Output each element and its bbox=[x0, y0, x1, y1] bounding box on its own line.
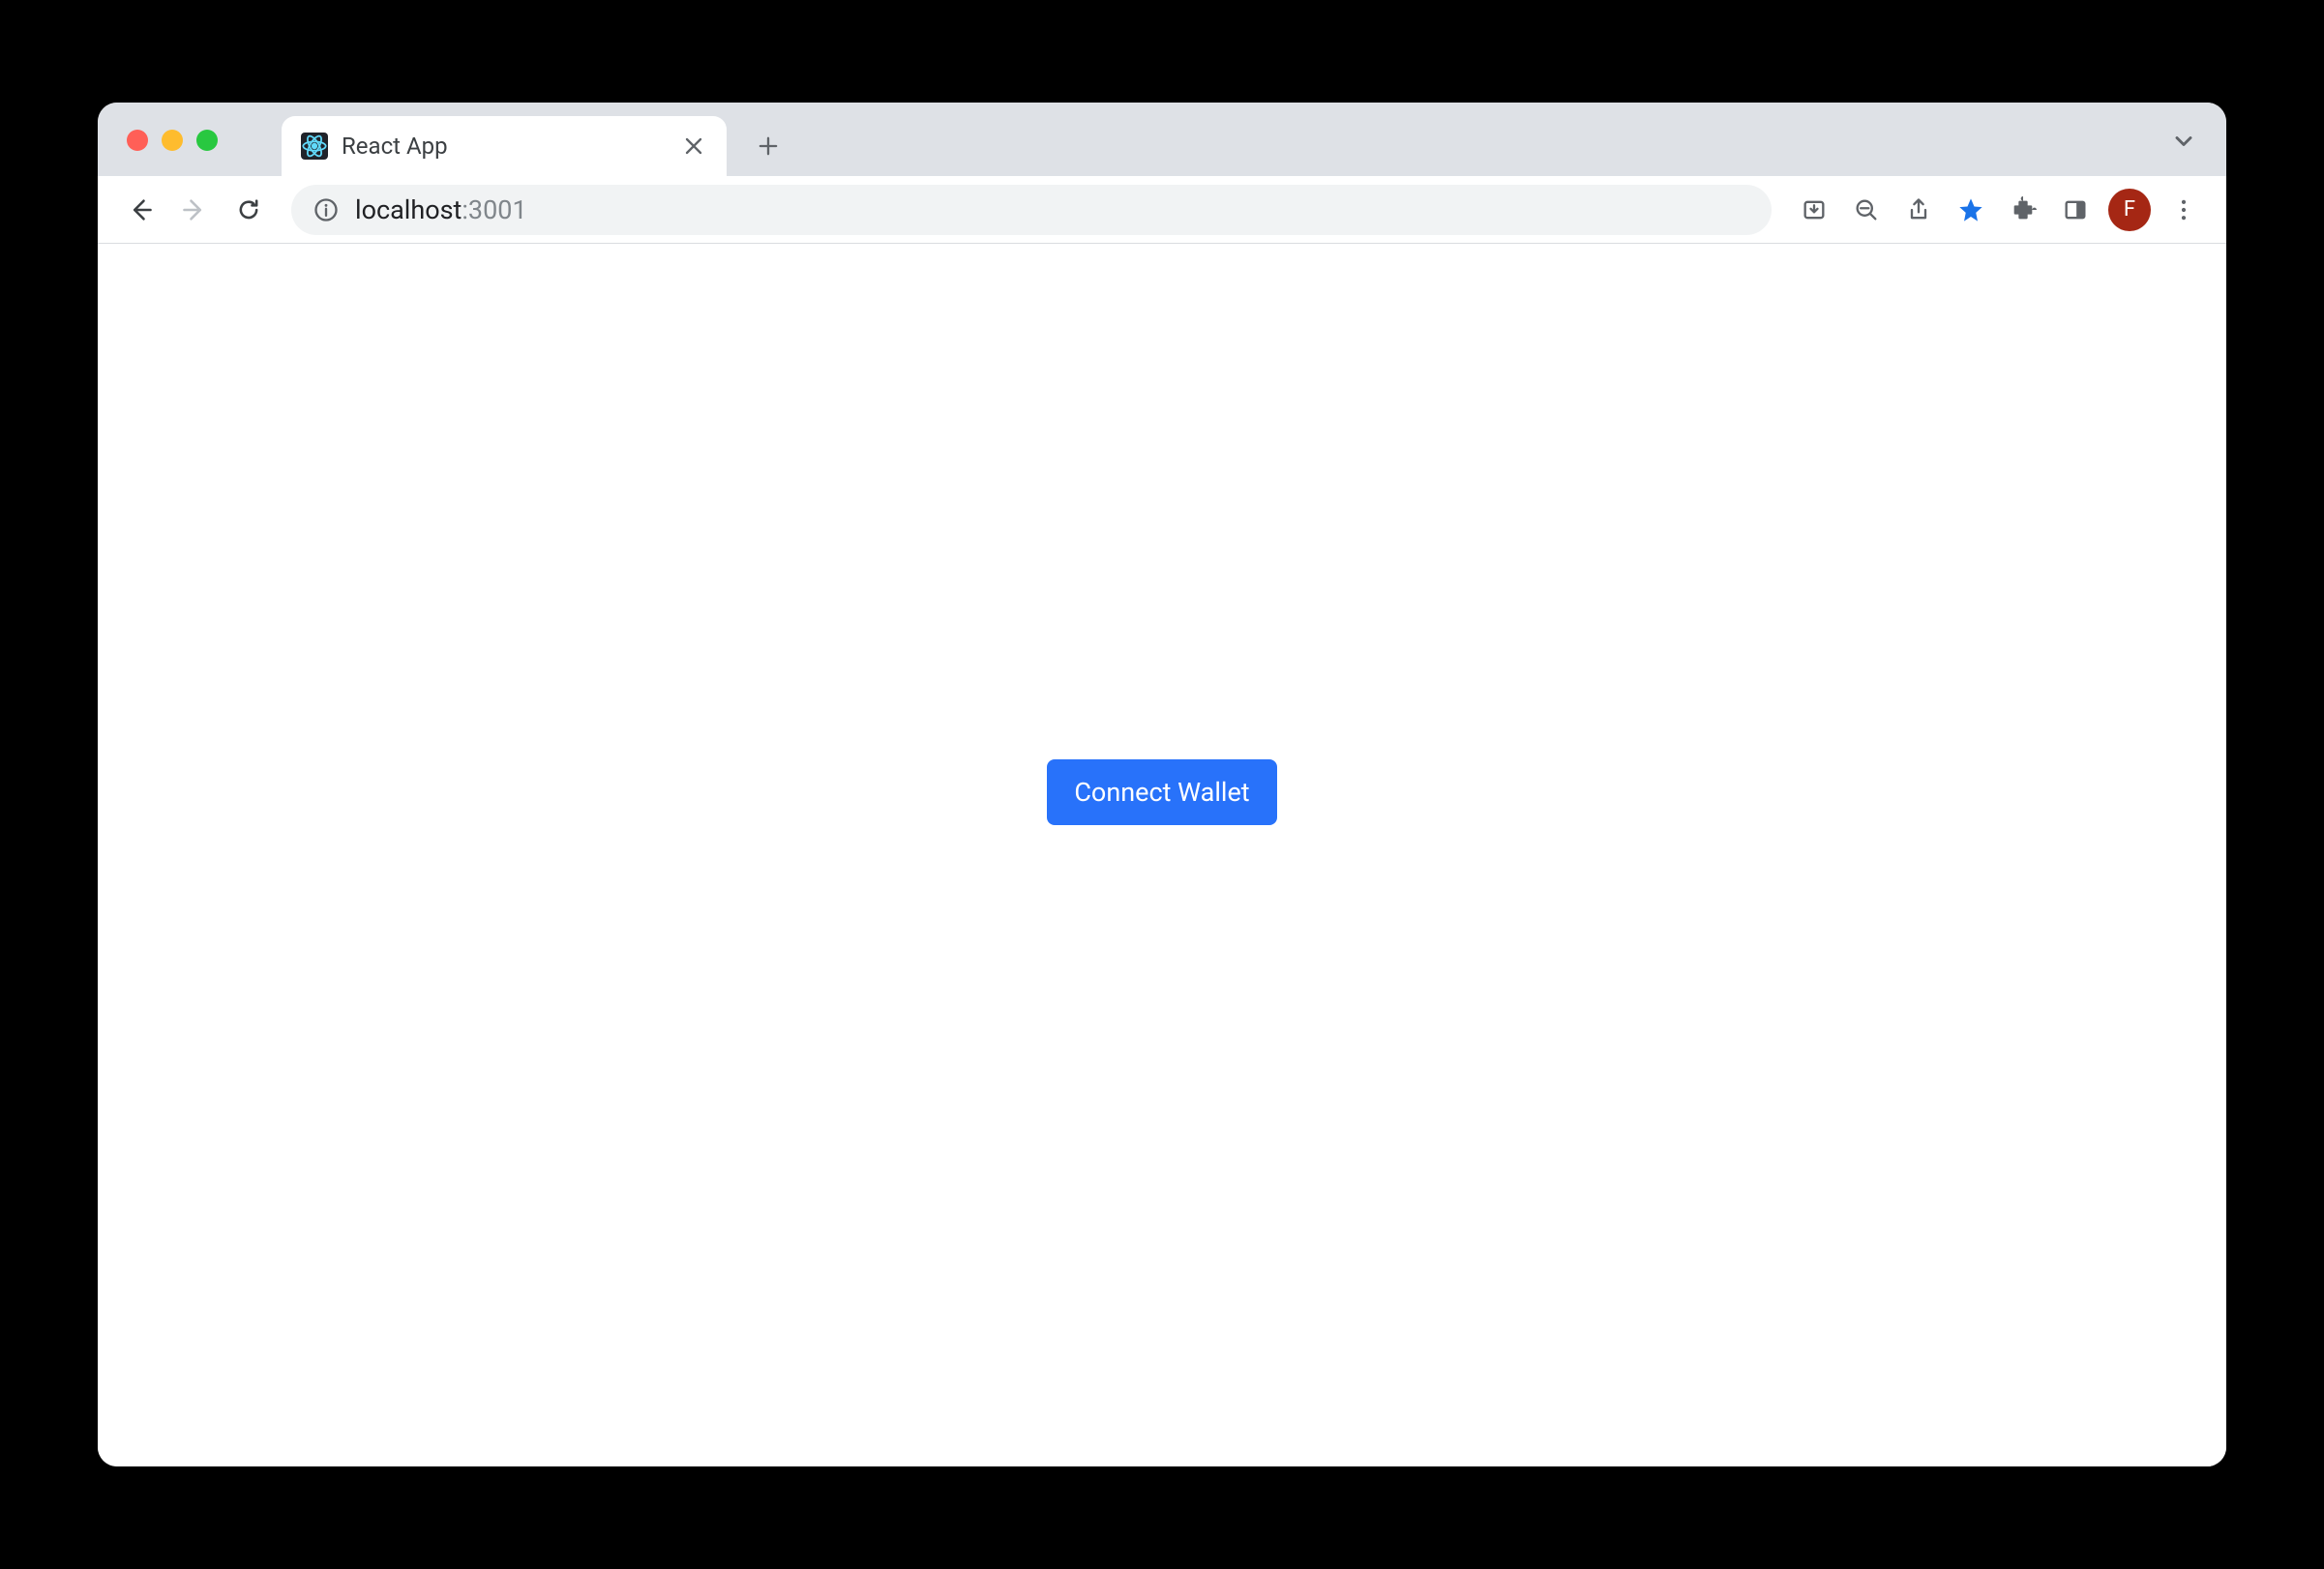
tab-close-button[interactable] bbox=[680, 133, 707, 160]
tab-title: React App bbox=[342, 133, 667, 160]
extensions-icon[interactable] bbox=[2000, 187, 2046, 233]
reload-button[interactable] bbox=[225, 187, 272, 233]
react-favicon-icon bbox=[301, 133, 328, 160]
browser-toolbar: localhost:3001 F bbox=[98, 176, 2226, 244]
url-host: localhost bbox=[355, 194, 462, 225]
new-tab-button[interactable] bbox=[744, 122, 792, 170]
site-info-icon[interactable] bbox=[313, 196, 340, 223]
url-port: :3001 bbox=[462, 194, 526, 225]
bookmark-star-icon[interactable] bbox=[1948, 187, 1994, 233]
connect-wallet-button[interactable]: Connect Wallet bbox=[1047, 759, 1276, 825]
url-text: localhost:3001 bbox=[355, 194, 527, 225]
install-app-icon[interactable] bbox=[1791, 187, 1837, 233]
tabs-container: React App bbox=[282, 103, 792, 176]
tab-strip: React App bbox=[98, 103, 2226, 176]
browser-window: React App loc bbox=[98, 103, 2226, 1466]
profile-initial: F bbox=[2124, 197, 2135, 222]
share-icon[interactable] bbox=[1895, 187, 1942, 233]
window-minimize-button[interactable] bbox=[162, 130, 183, 151]
zoom-icon[interactable] bbox=[1843, 187, 1890, 233]
browser-tab[interactable]: React App bbox=[282, 116, 727, 176]
toolbar-actions: F bbox=[1791, 187, 2207, 233]
menu-icon[interactable] bbox=[2160, 187, 2207, 233]
window-maximize-button[interactable] bbox=[196, 130, 218, 151]
side-panel-icon[interactable] bbox=[2052, 187, 2099, 233]
profile-avatar[interactable]: F bbox=[2108, 189, 2151, 231]
page-content: Connect Wallet bbox=[98, 244, 2226, 1466]
back-button[interactable] bbox=[117, 187, 164, 233]
tabs-dropdown-button[interactable] bbox=[2168, 126, 2199, 157]
address-bar[interactable]: localhost:3001 bbox=[291, 185, 1772, 235]
forward-button[interactable] bbox=[171, 187, 218, 233]
window-controls bbox=[127, 130, 218, 151]
window-close-button[interactable] bbox=[127, 130, 148, 151]
